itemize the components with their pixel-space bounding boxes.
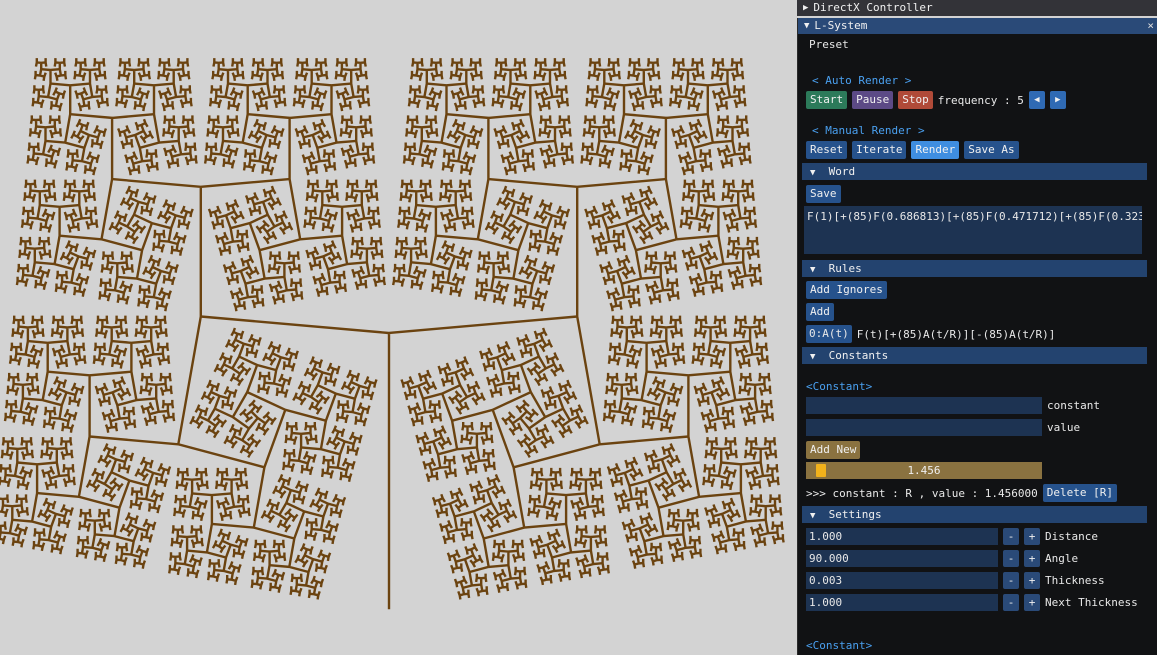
frequency-text: frequency : 5 [937, 93, 1024, 107]
thickness-plus-button[interactable]: + [1024, 572, 1040, 589]
settings-section-title: Settings [828, 508, 882, 521]
rules-add-row: Add [806, 303, 834, 321]
constant-field-label: constant [1047, 399, 1100, 412]
expanded-triangle-icon: ▼ [810, 168, 816, 178]
next-thickness-input[interactable]: 1.000 [806, 594, 998, 611]
save-as-button[interactable]: Save As [964, 141, 1019, 159]
slider-grab-handle[interactable] [815, 464, 826, 477]
word-section-header[interactable]: ▼ Word [802, 163, 1147, 180]
settings-section-header[interactable]: ▼ Settings [802, 506, 1147, 523]
add-new-row: Add New [806, 441, 861, 459]
setting-row-distance: 1.000 - + Distance [806, 528, 1098, 545]
constants-section-title: Constants [828, 349, 889, 362]
thickness-input[interactable]: 0.003 [806, 572, 998, 589]
collapsed-triangle-icon: ▶ [803, 3, 809, 13]
delete-constant-button[interactable]: Delete [R] [1042, 484, 1118, 502]
stop-button[interactable]: Stop [898, 91, 933, 109]
directx-controller-header[interactable]: ▶ DirectX Controller [797, 0, 1157, 16]
frequency-decrease-icon[interactable]: ◀ [1028, 91, 1045, 109]
pause-button[interactable]: Pause [852, 91, 894, 109]
slider-value: 1.456 [907, 464, 941, 477]
manual-render-controls: Reset Iterate Render Save As [806, 141, 1019, 159]
add-rule-button[interactable]: Add [806, 303, 834, 321]
word-save-button[interactable]: Save [806, 185, 841, 203]
frequency-increase-icon[interactable]: ▶ [1049, 91, 1066, 109]
constant-listing-row: >>> constant : R , value : 1.456000 Dele… [806, 484, 1118, 502]
constant-field-label-row: constant [1047, 397, 1100, 414]
rule-key-button[interactable]: 0:A(t) [806, 325, 852, 343]
directx-controller-window: ▶ DirectX Controller [797, 0, 1157, 16]
word-section-title: Word [828, 165, 856, 178]
constant-slider[interactable]: 1.456 [806, 462, 1042, 479]
auto-render-link[interactable]: < Auto Render > [812, 74, 911, 87]
expanded-triangle-icon: ▼ [810, 352, 816, 362]
manual-render-link[interactable]: < Manual Render > [812, 124, 925, 137]
fractal-canvas [0, 58, 785, 610]
preset-label[interactable]: Preset [809, 38, 849, 51]
angle-plus-button[interactable]: + [1024, 550, 1040, 567]
rules-section-title: Rules [828, 262, 862, 275]
word-text: F(1)[+(85)F(0.686813)[+(85)F(0.471712)[+… [807, 210, 1142, 223]
add-ignores-button[interactable]: Add Ignores [806, 281, 887, 299]
reset-button[interactable]: Reset [806, 141, 848, 159]
lsystem-title: L-System [814, 19, 868, 32]
constant-value-input[interactable] [806, 419, 1042, 436]
setting-row-thickness: 0.003 - + Thickness [806, 572, 1105, 589]
fractal-tree-path [0, 58, 785, 610]
expanded-triangle-icon: ▼ [804, 21, 810, 31]
next-thickness-minus-button[interactable]: - [1003, 594, 1019, 611]
directx-controller-title: DirectX Controller [813, 1, 933, 14]
setting-row-next-thickness: 1.000 - + Next Thickness [806, 594, 1138, 611]
expanded-triangle-icon: ▼ [810, 511, 816, 521]
start-button[interactable]: Start [806, 91, 848, 109]
next-thickness-plus-button[interactable]: + [1024, 594, 1040, 611]
add-new-button[interactable]: Add New [806, 441, 861, 459]
render-button[interactable]: Render [911, 141, 960, 159]
value-field-label: value [1047, 421, 1081, 434]
preset-menu[interactable]: Preset [809, 38, 849, 51]
constant-name-input[interactable] [806, 397, 1042, 414]
close-icon[interactable]: × [1147, 18, 1154, 34]
word-textarea[interactable]: F(1)[+(85)F(0.686813)[+(85)F(0.471712)[+… [804, 206, 1142, 254]
word-actions: Save [806, 185, 841, 203]
distance-plus-button[interactable]: + [1024, 528, 1040, 545]
angle-minus-button[interactable]: - [1003, 550, 1019, 567]
rule-value-text: F(t)[+(85)A(t/R)][-(85)A(t/R)] [856, 327, 1056, 341]
footer-constant-link[interactable]: <Constant> [806, 639, 872, 652]
constants-section-header[interactable]: ▼ Constants [802, 347, 1147, 364]
auto-render-controls: Start Pause Stop frequency : 5 ◀ ▶ [806, 91, 1066, 109]
distance-input[interactable]: 1.000 [806, 528, 998, 545]
render-viewport [0, 0, 797, 655]
lsystem-window: ▼ L-System × Preset < Auto Render > Star… [797, 18, 1157, 655]
rule-row: 0:A(t) F(t)[+(85)A(t/R)][-(85)A(t/R)] [806, 325, 1055, 343]
angle-input[interactable]: 90.000 [806, 550, 998, 567]
value-field-label-row: value [1047, 419, 1080, 436]
expanded-triangle-icon: ▼ [810, 265, 816, 275]
lsystem-header[interactable]: ▼ L-System × [798, 18, 1157, 34]
thickness-label: Thickness [1045, 574, 1105, 587]
iterate-button[interactable]: Iterate [852, 141, 907, 159]
next-thickness-label: Next Thickness [1045, 596, 1138, 609]
constant-link[interactable]: <Constant> [806, 380, 872, 393]
distance-minus-button[interactable]: - [1003, 528, 1019, 545]
distance-label: Distance [1045, 530, 1098, 543]
rules-ignores-row: Add Ignores [806, 281, 887, 299]
thickness-minus-button[interactable]: - [1003, 572, 1019, 589]
setting-row-angle: 90.000 - + Angle [806, 550, 1078, 567]
angle-label: Angle [1045, 552, 1079, 565]
constant-listing-text: >>> constant : R , value : 1.456000 [806, 486, 1038, 500]
rules-section-header[interactable]: ▼ Rules [802, 260, 1147, 277]
